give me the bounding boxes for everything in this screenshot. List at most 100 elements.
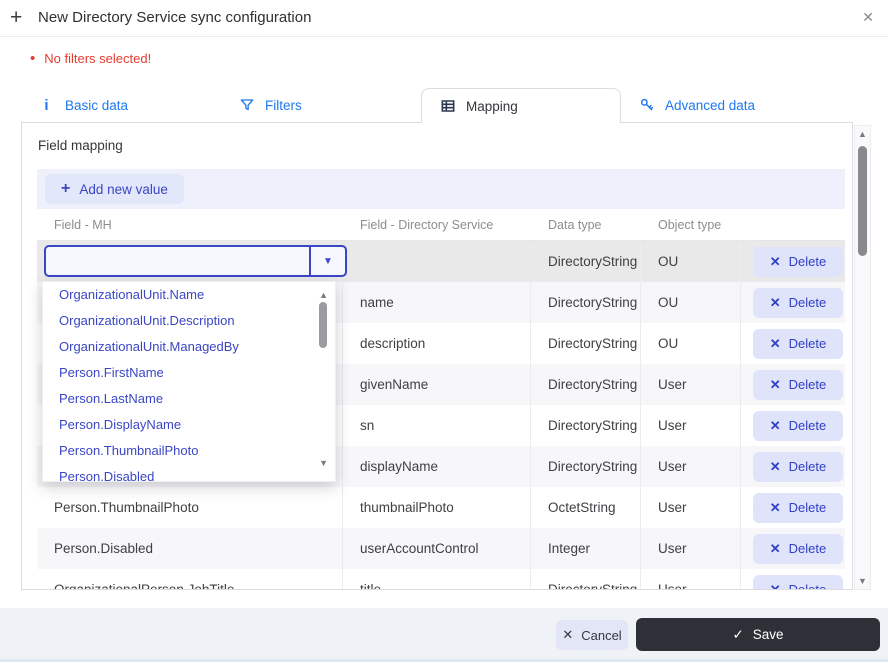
save-label: Save (753, 627, 784, 642)
cell-data-type: DirectoryString (531, 241, 641, 282)
cell-data-type: OctetString (531, 487, 641, 528)
dropdown-option[interactable]: OrganizationalUnit.Description (43, 308, 335, 334)
cell-data-type: DirectoryString (531, 446, 641, 487)
delete-x-icon: ✕ (770, 254, 781, 270)
cell-data-type: DirectoryString (531, 405, 641, 446)
table-toolbar: + Add new value (37, 169, 845, 209)
cell-field-mh: ▼ (37, 241, 343, 282)
tab-bar: i Basic data Filters Mapping Advanced da… (0, 88, 888, 123)
cell-field-ds: thumbnailPhoto (343, 487, 531, 528)
validation-warning-text: No filters selected! (44, 51, 151, 66)
cell-actions: ✕Delete (741, 241, 845, 282)
cell-actions: ✕Delete (741, 446, 845, 487)
cell-data-type: DirectoryString (531, 364, 641, 405)
cell-actions: ✕Delete (741, 323, 845, 364)
cell-actions: ✕Delete (741, 405, 845, 446)
delete-button[interactable]: ✕Delete (753, 452, 843, 482)
cell-field-ds (343, 241, 531, 282)
cell-object-type: OU (641, 282, 741, 323)
tab-advanced-data[interactable]: Advanced data (621, 88, 821, 122)
delete-x-icon: ✕ (770, 295, 781, 311)
filter-icon (238, 97, 255, 114)
delete-button[interactable]: ✕Delete (753, 575, 843, 590)
cell-actions: ✕Delete (741, 282, 845, 323)
delete-x-icon: ✕ (770, 336, 781, 352)
plus-icon: + (10, 6, 22, 30)
save-button[interactable]: ✓ Save (636, 618, 880, 651)
bullet-icon: • (30, 51, 35, 66)
cell-field-ds: sn (343, 405, 531, 446)
tab-label: Basic data (65, 98, 128, 113)
column-header-object-type: Object type (641, 218, 741, 232)
check-icon: ✓ (732, 627, 743, 643)
dropdown-option[interactable]: OrganizationalUnit.ManagedBy (43, 334, 335, 360)
dropdown-option[interactable]: OrganizationalUnit.Name (43, 282, 335, 308)
field-mh-dropdown-list: OrganizationalUnit.Name OrganizationalUn… (42, 281, 336, 482)
content-scrollbar[interactable]: ▲ ▼ (854, 125, 871, 590)
scroll-up-icon[interactable]: ▲ (855, 129, 870, 139)
field-mh-combobox[interactable]: ▼ (44, 245, 347, 277)
delete-x-icon: ✕ (770, 582, 781, 590)
cell-field-ds: userAccountControl (343, 528, 531, 569)
dialog-titlebar: + New Directory Service sync configurati… (0, 0, 888, 37)
delete-button[interactable]: ✕Delete (753, 493, 843, 523)
delete-button[interactable]: ✕Delete (753, 370, 843, 400)
dropdown-option[interactable]: Person.Disabled (43, 464, 335, 482)
table-header-row: Field - MH Field - Directory Service Dat… (37, 209, 845, 241)
cell-actions: ✕Delete (741, 528, 845, 569)
cell-data-type: Integer (531, 528, 641, 569)
directory-sync-dialog: + New Directory Service sync configurati… (0, 0, 888, 665)
cell-object-type: User (641, 487, 741, 528)
plus-icon: + (61, 180, 70, 198)
cell-object-type: User (641, 405, 741, 446)
cell-actions: ✕Delete (741, 487, 845, 528)
dropdown-option[interactable]: Person.LastName (43, 386, 335, 412)
close-icon[interactable]: ✕ (862, 9, 874, 26)
delete-x-icon: ✕ (770, 377, 781, 393)
delete-button[interactable]: ✕Delete (753, 329, 843, 359)
chevron-down-icon: ▼ (323, 256, 333, 267)
validation-warning: • No filters selected! (30, 51, 151, 66)
dropdown-scrollbar-thumb[interactable] (319, 302, 327, 348)
info-icon: i (38, 97, 55, 114)
table-row: Person.ThumbnailPhoto thumbnailPhoto Oct… (37, 487, 845, 528)
delete-button[interactable]: ✕Delete (753, 534, 843, 564)
cell-object-type: User (641, 528, 741, 569)
scroll-up-icon[interactable]: ▲ (319, 290, 328, 300)
dialog-footer: ✕ Cancel ✓ Save (0, 608, 888, 659)
cancel-button[interactable]: ✕ Cancel (556, 620, 628, 650)
scroll-down-icon[interactable]: ▼ (319, 458, 328, 468)
table-row: OrganizationalPerson.JobTitle title Dire… (37, 569, 845, 589)
add-new-value-button[interactable]: + Add new value (45, 174, 184, 204)
cell-object-type: User (641, 569, 741, 589)
delete-button[interactable]: ✕Delete (753, 411, 843, 441)
cell-data-type: DirectoryString (531, 323, 641, 364)
dialog-title: New Directory Service sync configuration (38, 9, 311, 26)
scroll-down-icon[interactable]: ▼ (855, 576, 870, 586)
delete-button[interactable]: ✕Delete (753, 288, 843, 318)
delete-x-icon: ✕ (770, 541, 781, 557)
cancel-label: Cancel (581, 628, 621, 643)
tab-label: Advanced data (665, 98, 755, 113)
tab-basic-data[interactable]: i Basic data (21, 88, 221, 122)
column-header-field-ds: Field - Directory Service (343, 218, 531, 232)
cell-field-mh: Person.Disabled (37, 528, 343, 569)
cell-field-ds: title (343, 569, 531, 589)
tab-mapping[interactable]: Mapping (421, 88, 621, 123)
cell-object-type: User (641, 446, 741, 487)
cell-field-ds: givenName (343, 364, 531, 405)
delete-x-icon: ✕ (770, 459, 781, 475)
field-mh-combobox-input[interactable] (46, 247, 309, 275)
dropdown-option[interactable]: Person.FirstName (43, 360, 335, 386)
tab-filters[interactable]: Filters (221, 88, 421, 122)
dropdown-option[interactable]: Person.DisplayName (43, 412, 335, 438)
combobox-dropdown-button[interactable]: ▼ (309, 247, 345, 275)
add-new-value-label: Add new value (79, 182, 168, 197)
cell-data-type: DirectoryString (531, 569, 641, 589)
delete-button[interactable]: ✕Delete (753, 247, 843, 277)
cell-object-type: OU (641, 241, 741, 282)
dropdown-option[interactable]: Person.ThumbnailPhoto (43, 438, 335, 464)
table-row: Person.Disabled userAccountControl Integ… (37, 528, 845, 569)
scrollbar-thumb[interactable] (858, 146, 867, 256)
cell-field-ds: description (343, 323, 531, 364)
